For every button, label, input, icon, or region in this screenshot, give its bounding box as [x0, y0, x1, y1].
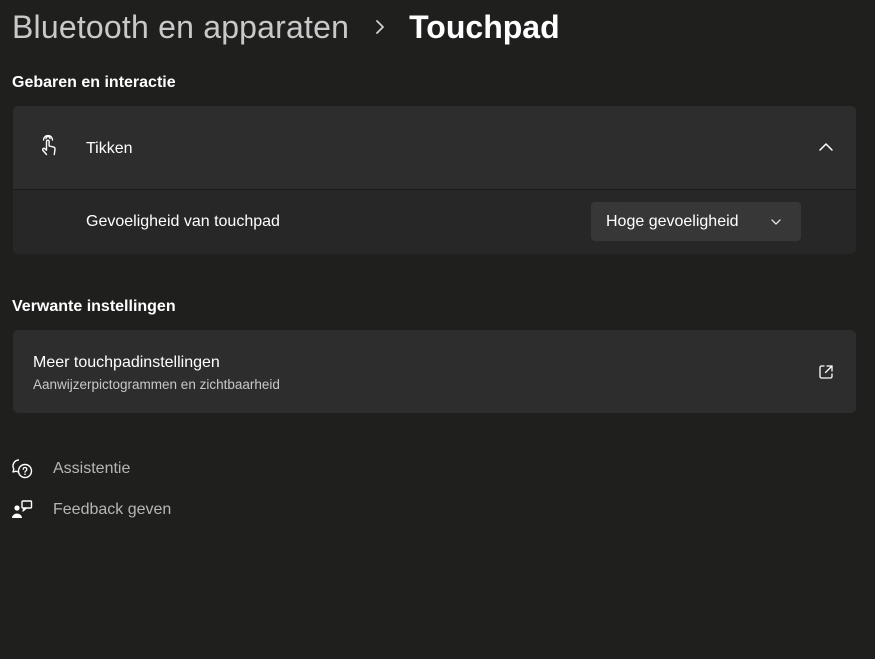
- tap-settings-card: Tikken Gevoeligheid van touchpad Hoge ge…: [13, 106, 856, 254]
- more-touchpad-settings-title: Meer touchpadinstellingen: [33, 354, 220, 371]
- assistance-link[interactable]: Assistentie: [10, 456, 130, 482]
- chevron-down-icon: [769, 215, 783, 229]
- section-title-gestures: Gebaren en interactie: [12, 74, 176, 91]
- feedback-label: Feedback geven: [53, 501, 172, 518]
- sensitivity-dropdown-value: Hoge gevoeligheid: [606, 212, 739, 230]
- breadcrumb-parent-link[interactable]: Bluetooth en apparaten: [12, 9, 349, 46]
- sensitivity-dropdown[interactable]: Hoge gevoeligheid: [591, 202, 801, 241]
- open-external-icon: [817, 363, 835, 381]
- more-touchpad-settings-subtitle: Aanwijzerpictogrammen en zichtbaarheid: [33, 377, 280, 392]
- page-title: Touchpad: [409, 8, 560, 45]
- tap-title: Tikken: [86, 140, 133, 157]
- feedback-link[interactable]: Feedback geven: [10, 497, 171, 523]
- breadcrumb: Bluetooth en apparaten Touchpad: [12, 6, 560, 48]
- section-title-related: Verwante instellingen: [12, 298, 176, 315]
- feedback-icon: [10, 498, 34, 522]
- sensitivity-label: Gevoeligheid van touchpad: [86, 213, 280, 230]
- help-chat-icon: [10, 457, 34, 481]
- tap-expander-header[interactable]: Tikken: [13, 106, 856, 189]
- chevron-up-icon[interactable]: [818, 139, 834, 155]
- sensitivity-row: Gevoeligheid van touchpad Hoge gevoeligh…: [13, 190, 856, 254]
- more-touchpad-settings-link[interactable]: Meer touchpadinstellingen Aanwijzerpicto…: [13, 330, 856, 413]
- assistance-label: Assistentie: [53, 460, 131, 477]
- tap-gesture-icon: [36, 135, 60, 159]
- chevron-right-icon: [369, 16, 391, 38]
